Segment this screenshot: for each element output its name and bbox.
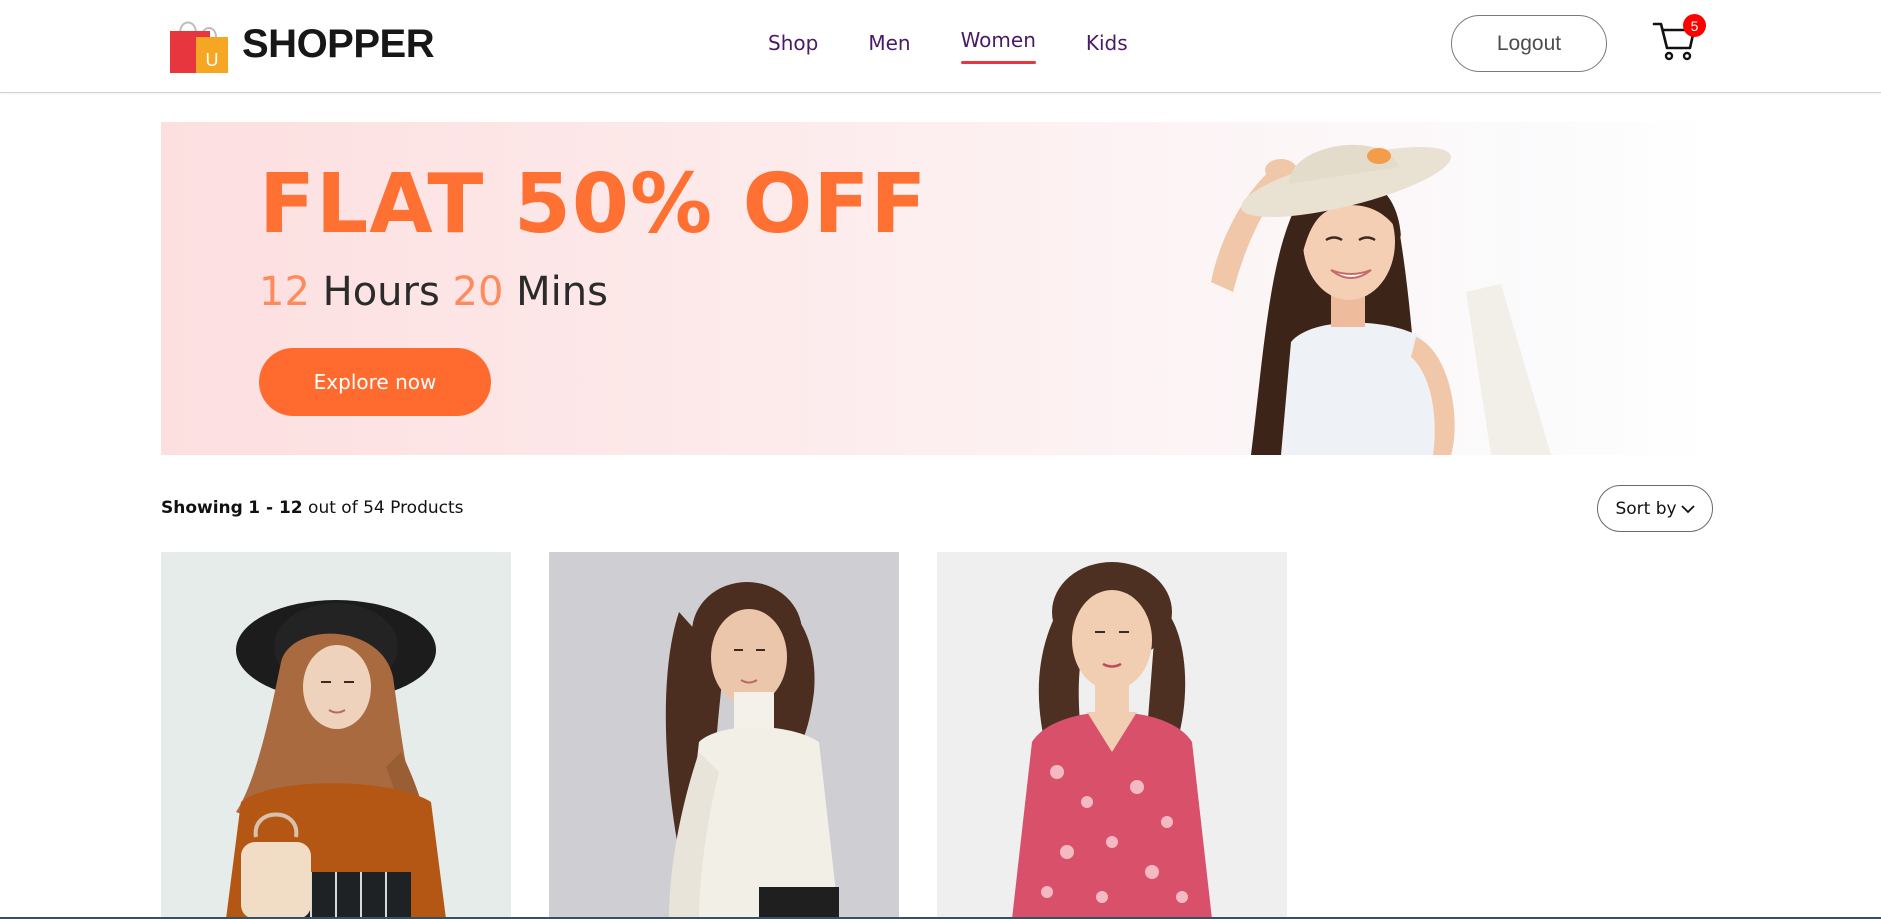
nav-item-label: Women: [960, 28, 1036, 52]
hero-banner: FLAT 50% OFF 12 Hours 20 Mins Explore no…: [161, 122, 1712, 455]
hero-model-image: [1171, 122, 1551, 455]
nav-item-label: Kids: [1085, 31, 1128, 55]
product-card-1[interactable]: [161, 552, 511, 919]
nav-item-label: Shop: [768, 31, 819, 55]
results-range: 1 - 12: [248, 498, 303, 518]
hero-title: FLAT 50% OFF: [259, 157, 928, 252]
nav-item-shop[interactable]: Shop: [768, 26, 818, 60]
results-showing-label: Showing: [161, 498, 243, 518]
brand-name: SHOPPER: [242, 21, 435, 66]
countdown-hours-label: Hours: [322, 269, 440, 315]
nav-item-women[interactable]: Women: [960, 23, 1036, 64]
sort-by-label: Sort by: [1615, 498, 1677, 519]
results-total: out of 54 Products: [308, 498, 464, 518]
countdown-hours: 12: [259, 269, 310, 315]
sort-by-dropdown[interactable]: Sort by: [1597, 485, 1713, 532]
product-image-floral-dress: [937, 552, 1287, 919]
results-count: Showing 1 - 12 out of 54 Products: [161, 498, 464, 518]
nav-item-kids[interactable]: Kids: [1086, 26, 1128, 60]
shopping-bag-logo-icon: U: [168, 15, 230, 73]
chevron-down-icon: [1680, 504, 1695, 513]
product-card-3[interactable]: [937, 552, 1287, 919]
product-image-turtleneck: [549, 552, 899, 919]
product-image-hijab: [161, 552, 511, 919]
countdown-mins: 20: [452, 269, 504, 315]
navbar: U SHOPPER Shop Men Women Kids Logout 5: [0, 0, 1881, 93]
nav-item-label: Men: [868, 31, 911, 55]
nav-menu: Shop Men Women Kids: [768, 23, 1178, 64]
product-card-2[interactable]: [549, 552, 899, 919]
svg-text:U: U: [206, 50, 219, 70]
brand[interactable]: U SHOPPER: [168, 14, 435, 74]
explore-now-button[interactable]: Explore now: [259, 348, 491, 416]
logout-button[interactable]: Logout: [1451, 15, 1607, 72]
nav-item-men[interactable]: Men: [868, 26, 910, 60]
countdown-mins-label: Mins: [516, 269, 608, 315]
hero-countdown: 12 Hours 20 Mins: [259, 272, 608, 312]
cart-count-badge: 5: [1683, 14, 1706, 37]
active-nav-underline: [960, 61, 1036, 64]
